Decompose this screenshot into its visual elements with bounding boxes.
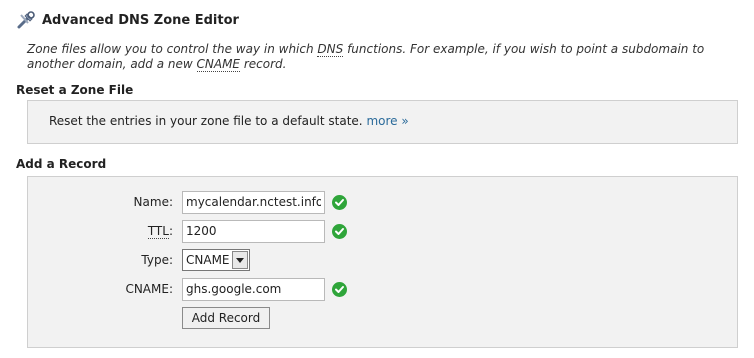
cname-abbreviation: CNAME — [196, 57, 240, 72]
valid-check-icon — [332, 194, 347, 210]
more-link[interactable]: more » — [366, 114, 408, 128]
ttl-input[interactable] — [182, 219, 325, 243]
intro-text: Zone files allow you to control the way … — [27, 42, 747, 72]
cname-label: CNAME: — [125, 282, 173, 296]
name-input[interactable] — [182, 190, 325, 214]
cname-input[interactable] — [182, 277, 325, 301]
page-header: Advanced DNS Zone Editor — [16, 10, 239, 30]
intro-part: Zone files allow you to control the way … — [27, 42, 318, 56]
add-record-button[interactable]: Add Record — [182, 307, 270, 329]
ttl-label-colon: : — [168, 224, 173, 238]
chevron-down-icon[interactable] — [232, 251, 248, 269]
ttl-label: TTL: — [147, 224, 173, 239]
type-select[interactable]: CNAME — [182, 249, 250, 271]
name-row: Name: — [28, 190, 737, 214]
reset-panel: Reset the entries in your zone file to a… — [27, 100, 738, 144]
tools-icon — [16, 10, 36, 30]
intro-part: record. — [240, 57, 287, 71]
valid-check-icon — [332, 223, 347, 239]
page-title: Advanced DNS Zone Editor — [42, 12, 239, 28]
valid-check-icon — [332, 281, 347, 297]
add-record-heading: Add a Record — [16, 157, 107, 171]
dns-abbreviation: DNS — [317, 42, 344, 57]
type-select-value: CNAME — [186, 253, 230, 267]
add-record-panel: Name: TTL: Type: CNAME CNAME: Add Record — [27, 176, 738, 348]
cname-row: CNAME: — [28, 277, 737, 301]
ttl-abbreviation: TTL — [147, 224, 169, 239]
name-label: Name: — [133, 195, 173, 209]
reset-text: Reset the entries in your zone file to a… — [49, 114, 363, 128]
ttl-row: TTL: — [28, 219, 737, 243]
type-row: Type: CNAME — [28, 248, 737, 272]
reset-description: Reset the entries in your zone file to a… — [49, 114, 409, 128]
type-label: Type: — [141, 253, 173, 267]
reset-heading: Reset a Zone File — [16, 83, 134, 97]
